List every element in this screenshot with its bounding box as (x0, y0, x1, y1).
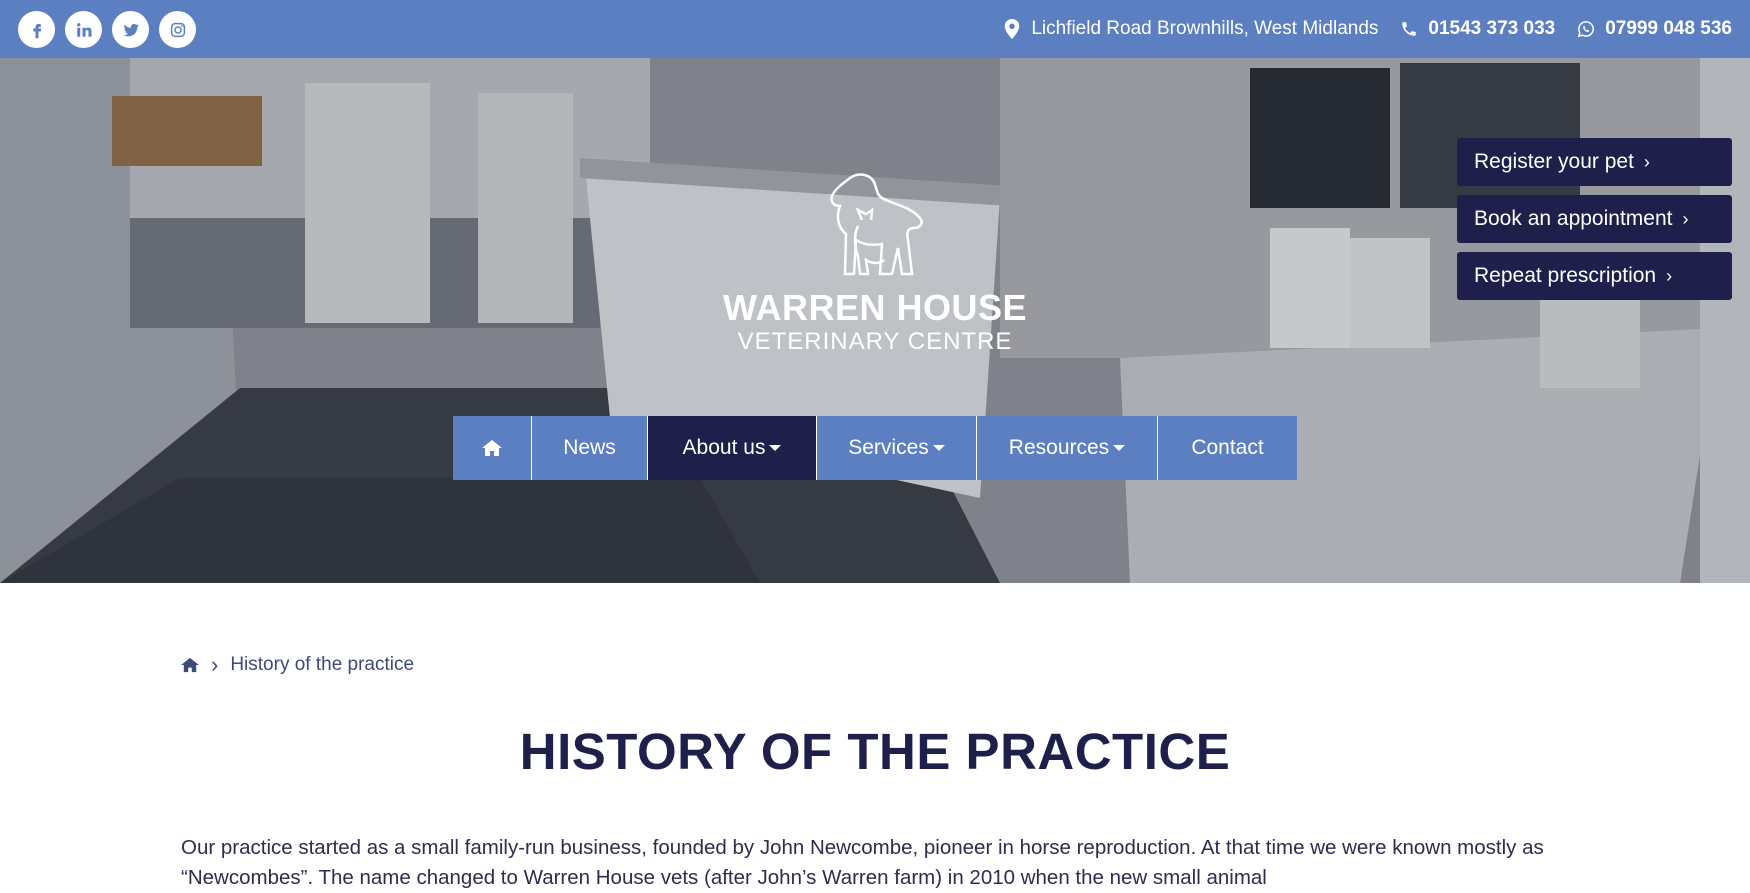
nav-about-us[interactable]: About us (648, 416, 817, 480)
phone-icon (1402, 22, 1417, 36)
social-links (18, 11, 196, 48)
home-icon[interactable] (181, 657, 199, 673)
chevron-right-icon: › (1643, 151, 1650, 172)
dog-cat-logo-icon (830, 173, 923, 276)
nav-services[interactable]: Services (817, 416, 977, 480)
top-bar: Lichfield Road Brownhills, West Midlands… (0, 0, 1750, 58)
nav-news-label: News (563, 436, 616, 459)
chevron-right-icon: › (211, 652, 219, 677)
breadcrumb-current: History of the practice (230, 654, 415, 675)
map-pin-icon (1005, 19, 1020, 39)
instagram-button[interactable] (159, 11, 196, 48)
caret-down-icon (769, 445, 782, 451)
hero-banner: WARREN HOUSE VETERINARY CENTRE Register … (0, 58, 1750, 583)
phone-number: 01543 373 033 (1428, 18, 1556, 39)
nav-contact-label: Contact (1191, 436, 1264, 459)
nav-resources-label: Resources (1008, 436, 1110, 459)
chevron-right-icon: › (1666, 265, 1673, 286)
chevron-right-icon: › (1682, 208, 1689, 229)
logo-subtitle: VETERINARY CENTRE (737, 328, 1013, 355)
main-nav: News About us Services Resources Contact (453, 416, 1297, 480)
twitter-icon (123, 23, 139, 36)
address-link[interactable]: Lichfield Road Brownhills, West Midlands (1003, 18, 1378, 40)
whatsapp-icon (1578, 21, 1595, 38)
contact-info: Lichfield Road Brownhills, West Midlands… (1003, 0, 1750, 58)
facebook-button[interactable] (18, 11, 55, 48)
instagram-icon (170, 22, 185, 37)
page-title: HISTORY OF THE PRACTICE (519, 723, 1231, 780)
nav-resources[interactable]: Resources (977, 416, 1158, 480)
home-icon (482, 440, 502, 456)
nav-about-us-label: About us (682, 436, 766, 459)
book-appointment-label: Book an appointment (1474, 207, 1673, 230)
nav-contact[interactable]: Contact (1158, 416, 1297, 480)
book-appointment-button[interactable]: Book an appointment › (1457, 195, 1732, 243)
caret-down-icon (1113, 445, 1126, 451)
breadcrumb: › History of the practice (181, 654, 414, 676)
mobile-number: 07999 048 536 (1605, 18, 1732, 39)
linkedin-icon (76, 22, 91, 37)
register-pet-button[interactable]: Register your pet › (1457, 138, 1732, 186)
twitter-button[interactable] (112, 11, 149, 48)
intro-paragraph: Our practice started as a small family-r… (181, 836, 1544, 889)
nav-news[interactable]: News (532, 416, 648, 480)
address-text: Lichfield Road Brownhills, West Midlands (1031, 18, 1379, 39)
whatsapp-link[interactable]: 07999 048 536 (1577, 18, 1732, 40)
facebook-icon (32, 23, 41, 38)
phone-link[interactable]: 01543 373 033 (1400, 18, 1555, 40)
nav-home[interactable] (453, 416, 532, 480)
caret-down-icon (932, 445, 945, 451)
cta-group: Register your pet › Book an appointment … (1457, 138, 1732, 300)
nav-services-label: Services (848, 436, 929, 459)
repeat-prescription-label: Repeat prescription (1474, 264, 1657, 287)
repeat-prescription-button[interactable]: Repeat prescription › (1457, 252, 1732, 300)
register-pet-label: Register your pet (1474, 150, 1634, 173)
linkedin-button[interactable] (65, 11, 102, 48)
